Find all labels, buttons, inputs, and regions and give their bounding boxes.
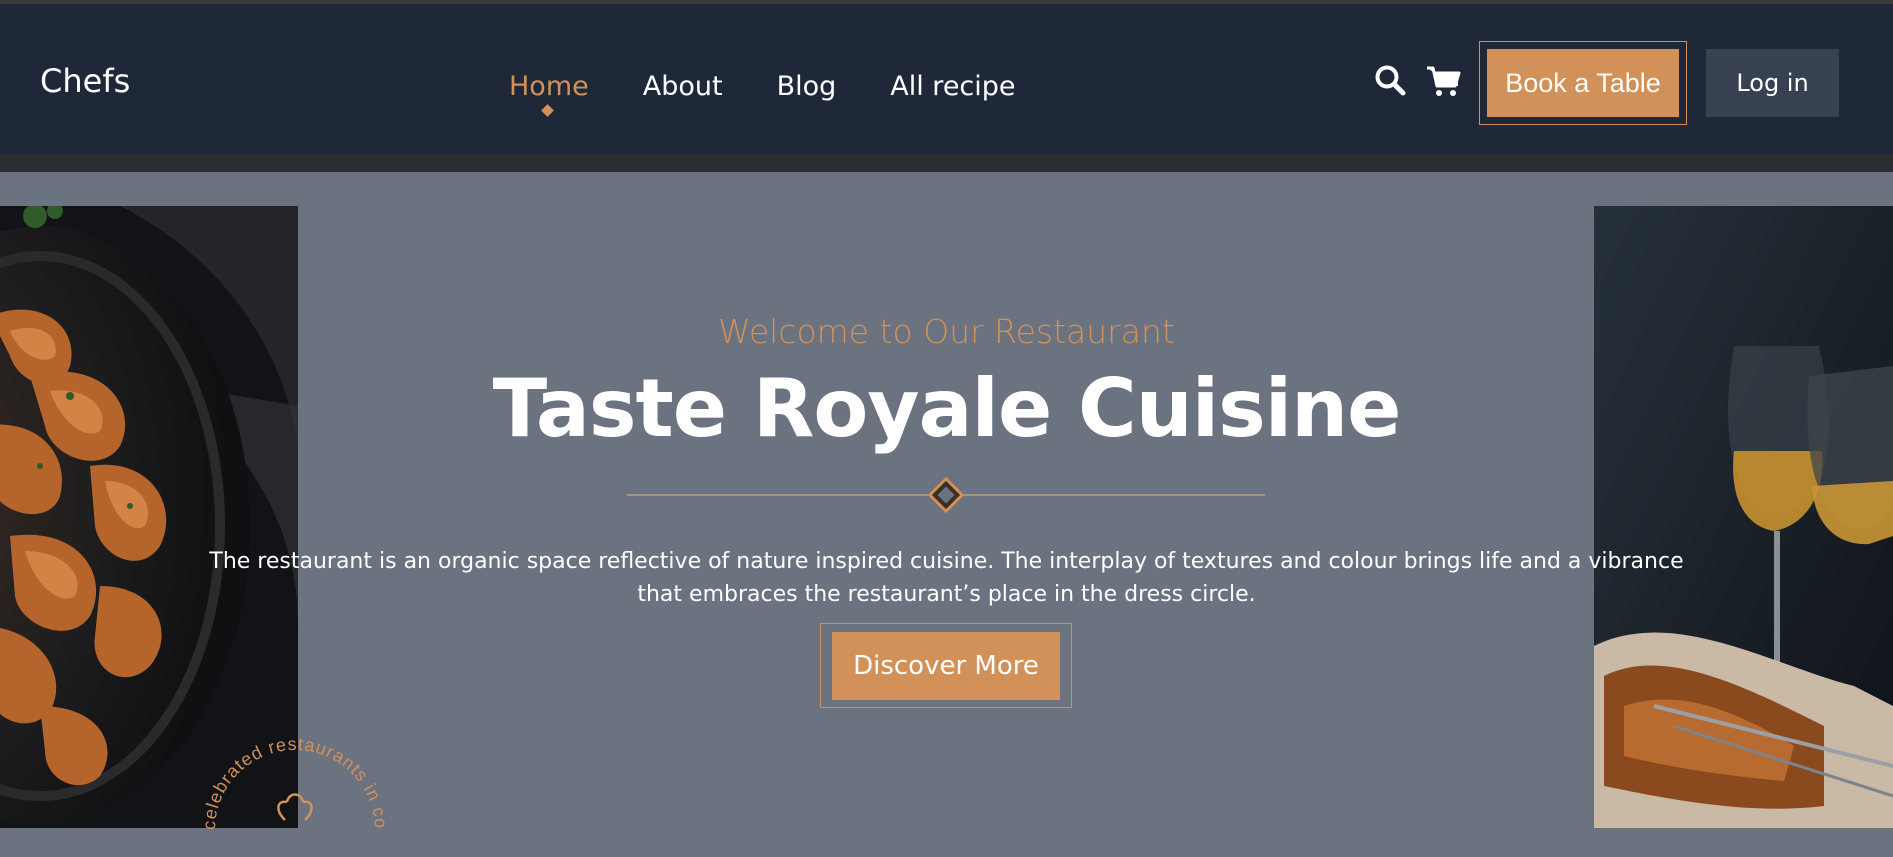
badge-text: celebrated restaurants in co <box>199 734 390 830</box>
hero-description: The restaurant is an organic space refle… <box>209 549 1684 607</box>
discover-more-button[interactable]: Discover More <box>832 632 1060 700</box>
login-button[interactable]: Log in <box>1706 49 1839 117</box>
divider-left-line <box>627 494 933 496</box>
hero-title: Taste Royale Cuisine <box>492 362 1402 455</box>
wine-glasses-photo <box>1594 206 1893 828</box>
book-table-frame: Book a Table <box>1479 41 1687 125</box>
svg-text:celebrated restaurants in co: celebrated restaurants in co <box>199 734 391 830</box>
hero-subtitle: Welcome to Our Restaurant <box>718 312 1175 351</box>
diamond-divider-icon <box>927 476 965 514</box>
discover-more-frame: Discover More <box>820 623 1072 708</box>
nav-home-link[interactable]: Home <box>509 71 589 102</box>
active-nav-indicator <box>541 104 554 117</box>
book-table-button[interactable]: Book a Table <box>1487 49 1679 117</box>
nav-all-recipe-link[interactable]: All recipe <box>890 71 1015 102</box>
cart-icon[interactable] <box>1426 64 1462 100</box>
brand-logo[interactable]: Chefs <box>40 62 130 100</box>
nav-blog-link[interactable]: Blog <box>777 71 837 102</box>
nav-about-link[interactable]: About <box>643 71 723 102</box>
cloche-icon <box>277 793 313 821</box>
celebrated-badge: celebrated restaurants in co <box>195 720 395 830</box>
search-icon[interactable] <box>1374 64 1410 100</box>
divider-right-line <box>960 494 1265 496</box>
header-shadow-band <box>0 154 1893 172</box>
main-nav: Home About Blog All recipe <box>509 66 1016 106</box>
site-header: Chefs Home About Blog All recipe Book a … <box>0 4 1893 154</box>
